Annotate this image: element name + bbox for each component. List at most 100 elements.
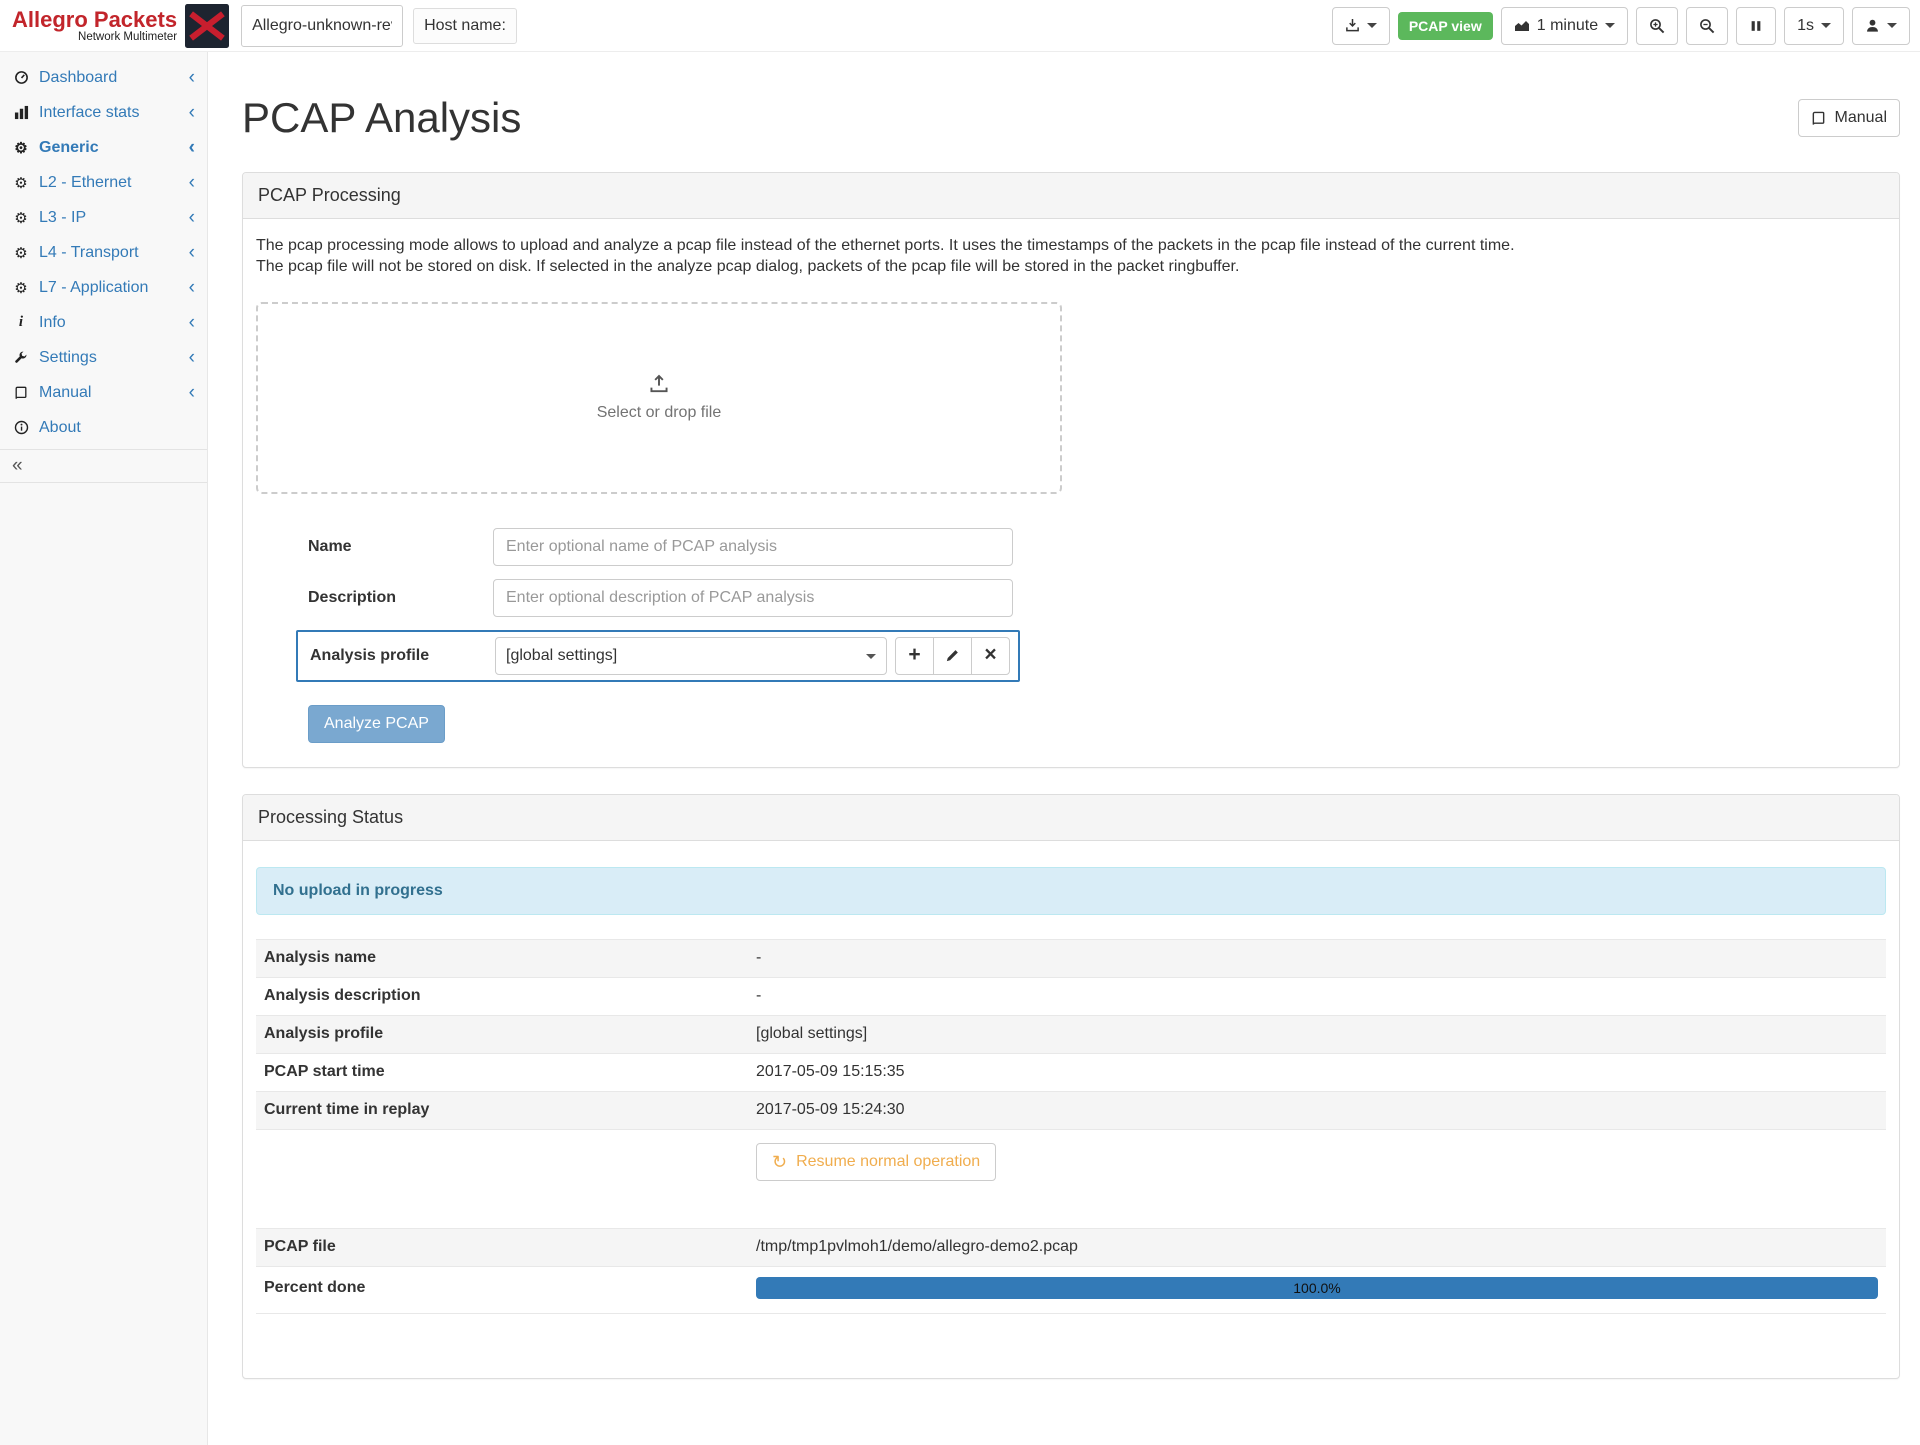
table-row: PCAP file /tmp/tmp1pvlmoh1/demo/allegro-… — [256, 1228, 1886, 1266]
analyze-pcap-button[interactable]: Analyze PCAP — [308, 705, 445, 743]
resume-normal-operation-button[interactable]: ↻ Resume normal operation — [756, 1143, 996, 1181]
intro-line-1: The pcap processing mode allows to uploa… — [256, 235, 1886, 256]
spacer — [256, 1194, 1886, 1228]
sidebar-item-label: Settings — [39, 349, 97, 367]
chevron-left-icon: ‹ — [189, 68, 195, 87]
topbar: Allegro Packets Network Multimeter Host … — [0, 0, 1920, 52]
progress-bar-label: 100.0% — [756, 1277, 1878, 1299]
chart-area-icon — [1514, 18, 1530, 34]
table-row: PCAP start time 2017-05-09 15:15:35 — [256, 1053, 1886, 1091]
close-icon: × — [984, 644, 996, 665]
sidebar-item-l7-application[interactable]: ⚙ L7 - Application ‹ — [0, 270, 207, 305]
chevron-down-icon — [1887, 23, 1897, 28]
sidebar-item-dashboard[interactable]: Dashboard ‹ — [0, 60, 207, 95]
pcap-processing-panel: PCAP Processing The pcap processing mode… — [242, 172, 1900, 767]
sidebar-item-settings[interactable]: Settings ‹ — [0, 340, 207, 375]
sidebar-item-l2-ethernet[interactable]: ⚙ L2 - Ethernet ‹ — [0, 165, 207, 200]
main-content: PCAP Analysis Manual PCAP Processing The… — [208, 52, 1920, 1445]
zoom-out-button[interactable] — [1686, 7, 1728, 45]
sidebar-item-label: L4 - Transport — [39, 244, 139, 262]
pause-icon — [1749, 19, 1763, 33]
delete-profile-button[interactable]: × — [971, 637, 1010, 675]
brand-title: Allegro Packets — [12, 8, 177, 31]
interval-dropdown[interactable]: 1 minute — [1501, 7, 1628, 45]
refresh-interval-dropdown[interactable]: 1s — [1784, 7, 1844, 45]
interval-label: 1 minute — [1537, 17, 1598, 35]
row-value: 2017-05-09 15:24:30 — [756, 1101, 1878, 1119]
upload-status-alert: No upload in progress — [256, 867, 1886, 915]
sidebar-item-info[interactable]: i Info ‹ — [0, 305, 207, 340]
refresh-icon: ↻ — [772, 1153, 787, 1171]
row-value: /tmp/tmp1pvlmoh1/demo/allegro-demo2.pcap — [756, 1238, 1878, 1256]
manual-button[interactable]: Manual — [1798, 99, 1900, 137]
description-input[interactable] — [493, 579, 1013, 617]
wrench-icon — [12, 351, 30, 365]
panel-title: Processing Status — [243, 795, 1899, 841]
sidebar-item-label: Manual — [39, 384, 91, 402]
plus-icon: + — [908, 644, 920, 665]
panel-body: No upload in progress Analysis name - An… — [243, 841, 1899, 1378]
file-dropzone[interactable]: Select or drop file — [256, 302, 1062, 494]
sidebar-item-manual[interactable]: Manual ‹ — [0, 375, 207, 410]
info-icon: i — [12, 314, 30, 331]
sidebar-item-label: Generic — [39, 139, 99, 157]
description-label: Description — [308, 589, 493, 607]
file-status-table: PCAP file /tmp/tmp1pvlmoh1/demo/allegro-… — [256, 1228, 1886, 1314]
device-name-input[interactable] — [241, 5, 403, 47]
zoom-in-button[interactable] — [1636, 7, 1678, 45]
pencil-icon — [945, 648, 960, 663]
sidebar: Dashboard ‹ Interface stats ‹ ⚙ Generic … — [0, 52, 208, 1445]
about-icon — [12, 420, 30, 435]
book-icon — [12, 386, 30, 400]
pcap-processing-intro: The pcap processing mode allows to uploa… — [256, 235, 1886, 277]
status-table: Analysis name - Analysis description - A… — [256, 939, 1886, 1194]
brand-logo[interactable]: Allegro Packets Network Multimeter — [12, 8, 177, 43]
chevron-left-icon: ‹ — [189, 278, 195, 297]
zoom-out-icon — [1699, 18, 1715, 34]
pause-button[interactable] — [1736, 7, 1776, 45]
name-input[interactable] — [493, 528, 1013, 566]
row-value: [global settings] — [756, 1025, 1878, 1043]
export-button[interactable] — [1332, 7, 1390, 45]
edit-profile-button[interactable] — [933, 637, 972, 675]
row-value: - — [756, 987, 1878, 1005]
bar-chart-icon — [12, 105, 30, 120]
table-row-action: ↻ Resume normal operation — [256, 1129, 1886, 1194]
sidebar-collapse-button[interactable]: « — [0, 449, 207, 483]
chevron-left-icon: ‹ — [189, 103, 195, 122]
sidebar-item-about[interactable]: About — [0, 410, 207, 445]
sidebar-item-interface-stats[interactable]: Interface stats ‹ — [0, 95, 207, 130]
row-label: PCAP file — [264, 1238, 756, 1256]
collapse-icon: « — [12, 455, 23, 476]
user-menu-button[interactable] — [1852, 7, 1910, 45]
name-form-row: Name — [256, 528, 1886, 566]
dropzone-label: Select or drop file — [597, 404, 722, 422]
table-row: Percent done 100.0% — [256, 1266, 1886, 1313]
sidebar-item-label: Info — [39, 314, 66, 332]
chevron-down-icon — [1821, 23, 1831, 28]
page-title: PCAP Analysis — [242, 94, 521, 142]
row-label: Current time in replay — [264, 1101, 756, 1119]
sidebar-item-l3-ip[interactable]: ⚙ L3 - IP ‹ — [0, 200, 207, 235]
progress-bar: 100.0% — [756, 1277, 1878, 1299]
analysis-profile-select-wrap: [global settings] — [495, 637, 887, 675]
book-icon — [1811, 111, 1826, 126]
pcap-view-badge[interactable]: PCAP view — [1398, 12, 1493, 40]
chevron-left-icon: ‹ — [189, 173, 195, 192]
gear-icon: ⚙ — [12, 139, 30, 157]
row-label: Analysis description — [264, 987, 756, 1005]
user-icon — [1865, 18, 1880, 33]
analysis-profile-select[interactable]: [global settings] — [495, 637, 887, 675]
row-label: Percent done — [264, 1279, 756, 1297]
brand-mark-icon — [185, 4, 229, 48]
sidebar-item-generic[interactable]: ⚙ Generic ‹ — [0, 130, 207, 165]
analysis-profile-label: Analysis profile — [310, 647, 495, 665]
add-profile-button[interactable]: + — [895, 637, 934, 675]
row-value: 2017-05-09 15:15:35 — [756, 1063, 1878, 1081]
sidebar-item-l4-transport[interactable]: ⚙ L4 - Transport ‹ — [0, 235, 207, 270]
refresh-interval-label: 1s — [1797, 17, 1814, 35]
sidebar-item-label: Interface stats — [39, 104, 140, 122]
row-label: Analysis name — [264, 949, 756, 967]
zoom-in-icon — [1649, 18, 1665, 34]
chevron-left-icon: ‹ — [189, 208, 195, 227]
